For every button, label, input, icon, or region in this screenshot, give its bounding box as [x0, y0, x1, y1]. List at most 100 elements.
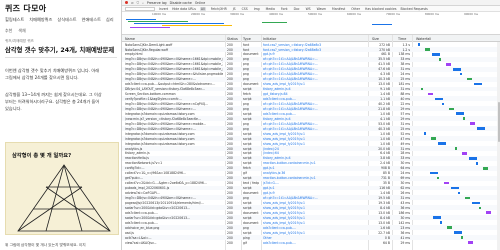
breadcrumb[interactable]: 퀴즈/치매예방 퀴즈: [5, 39, 34, 44]
waterfall-bar: [435, 97, 443, 101]
triangle-figure: [17, 164, 111, 232]
waterfall-bar: [468, 241, 473, 244]
waterfall-bar: [440, 221, 442, 224]
waterfall-bar: [444, 181, 449, 185]
blocked-cookies-checkbox[interactable]: Has blocked cookies: [365, 7, 396, 11]
nav-item[interactable]: 심리: [106, 17, 114, 23]
waterfall-bar: [483, 166, 488, 170]
request-table-header: Name Status Type Initiator Size Time Wat…: [122, 35, 500, 42]
request-time: 29 ms: [400, 240, 410, 245]
subnav-item[interactable]: 추천: [5, 28, 12, 34]
timeline-overview[interactable]: 10000 ms 20000 ms 30000 ms 40000 ms 5000…: [122, 12, 500, 35]
waterfall-bar: [446, 62, 451, 66]
overview-bar: [162, 25, 232, 26]
tick-label: 30000 ms: [230, 12, 244, 16]
nav-item[interactable]: 상식테스트: [57, 17, 76, 23]
waterfall-bar: [469, 157, 477, 160]
waterfall-bar: [465, 196, 470, 200]
filter-all[interactable]: All: [199, 6, 206, 11]
tick-label: 80000 ms: [425, 12, 439, 16]
tick-label: 70000 ms: [386, 12, 400, 16]
column-status[interactable]: Status: [227, 37, 238, 41]
filter-media[interactable]: Media: [265, 7, 276, 11]
request-size: 64 B: [382, 240, 390, 245]
text-line: 부터는 어려워하시더라구요. 삼각형은 총 24개가 들어: [5, 99, 100, 104]
waterfall-bar: [453, 67, 461, 71]
waterfall-bar: [439, 58, 441, 61]
timeline-ticks: 10000 ms 20000 ms 30000 ms 40000 ms 5000…: [122, 12, 500, 16]
overview-bar: [128, 21, 188, 22]
waterfall-bar: [456, 112, 464, 116]
text-line: 있습니다.: [5, 106, 22, 111]
waterfall-bar: [424, 132, 426, 135]
filter-font[interactable]: Font: [280, 7, 289, 11]
waterfall-bar: [472, 201, 480, 205]
clear-icon[interactable]: ⊘: [131, 1, 134, 5]
overview-bar: [262, 22, 287, 23]
waterfall-bar: [476, 161, 478, 165]
request-type: gif: [243, 240, 247, 245]
waterfall-bar: [449, 107, 454, 111]
waterfall-bar: [458, 191, 460, 195]
filter-css[interactable]: CSS: [241, 7, 249, 11]
waterfall-bar: [461, 236, 463, 239]
text-line: 이번엔 삼각형 갯수 맞추기 치매예방퀴즈 입니다. 아래: [5, 68, 100, 73]
filter-other[interactable]: Other: [350, 7, 361, 11]
blocked-requests-checkbox[interactable]: Blocked Requests: [400, 7, 427, 11]
waterfall-bar: [479, 206, 481, 210]
filter-ws[interactable]: WS: [305, 7, 312, 11]
site-title[interactable]: 퀴즈 다모아: [5, 3, 46, 14]
column-initiator[interactable]: Initiator: [263, 37, 276, 41]
filter-img[interactable]: Img: [253, 7, 261, 11]
post-title: 삼각형 갯수 맞추기, 24개, 치매예방문제: [5, 47, 115, 54]
overview-bar: [372, 24, 392, 25]
tick-label: 60000 ms: [347, 12, 361, 16]
column-type[interactable]: Type: [243, 37, 251, 41]
search-icon[interactable]: ⌕: [142, 1, 144, 5]
site-nav: 힐링테스트 치매예방퀴즈 상식테스트 연애테스트 심리: [5, 17, 114, 23]
hint-paragraph: 삼각형을 13~14개 까지는 쉽게 찾으시는데요. 그 이상 부터는 어려워하…: [5, 91, 119, 112]
filter-wasm[interactable]: Wasm: [316, 7, 327, 11]
column-time[interactable]: Time: [398, 37, 406, 41]
tick-label: 20000 ms: [191, 12, 205, 16]
tick-label: 50000 ms: [308, 12, 322, 16]
sub-nav: 추천 색채: [5, 28, 26, 34]
request-row[interactable]: view?xai=AKAOjsv... 200 gif ads?client=ca-p…: [122, 240, 500, 245]
filter-doc[interactable]: Doc: [293, 7, 301, 11]
request-name: view?xai=AKAOjsv...: [125, 240, 157, 245]
filter-xhr[interactable]: Fetch/XHR: [210, 7, 228, 11]
waterfall-bar: [470, 122, 475, 125]
filter-icon[interactable]: ⛉: [137, 1, 139, 5]
nav-item[interactable]: 힐링테스트: [5, 17, 24, 23]
column-size[interactable]: Size: [372, 37, 379, 41]
waterfall-bar: [451, 186, 459, 190]
nav-item[interactable]: 연애테스트: [82, 17, 101, 23]
record-icon[interactable]: [125, 1, 128, 4]
column-waterfall[interactable]: Waterfall: [416, 37, 431, 41]
subnav-item[interactable]: 색채: [18, 28, 25, 34]
filter-manifest[interactable]: Manifest: [331, 7, 346, 11]
nav-item[interactable]: 치매예방퀴즈: [29, 17, 52, 23]
waterfall-bar: [431, 137, 436, 140]
hide-data-urls-checkbox[interactable]: Hide data URLs: [172, 7, 196, 11]
scrollbar-thumb[interactable]: [497, 102, 500, 142]
divider: [5, 57, 117, 58]
tick-label: 10000 ms: [152, 12, 166, 16]
disable-cache-checkbox[interactable]: Disable cache: [170, 1, 192, 5]
intro-paragraph: 이번엔 삼각형 갯수 맞추기 치매예방퀴즈 입니다. 아래 그림에서 삼각형 2…: [5, 67, 119, 81]
waterfall-bar: [433, 216, 441, 220]
column-name[interactable]: Name: [125, 37, 135, 41]
waterfall-bar: [463, 117, 465, 121]
filter-input[interactable]: [125, 6, 155, 11]
waterfall-bar: [428, 92, 433, 96]
waterfall-bar: [418, 43, 420, 46]
invert-checkbox[interactable]: Invert: [159, 7, 168, 11]
throttling-select[interactable]: Online: [195, 1, 205, 5]
request-initiator[interactable]: ads?client=ca-pub-...: [263, 241, 366, 245]
waterfall-bar: [421, 87, 423, 91]
preserve-log-checkbox[interactable]: Preserve log: [147, 1, 167, 5]
tick-label: 90000 ms: [464, 12, 478, 16]
waterfall-bar: [437, 176, 439, 180]
filter-js[interactable]: JS: [232, 7, 237, 11]
waterfall-bar: [462, 152, 467, 155]
